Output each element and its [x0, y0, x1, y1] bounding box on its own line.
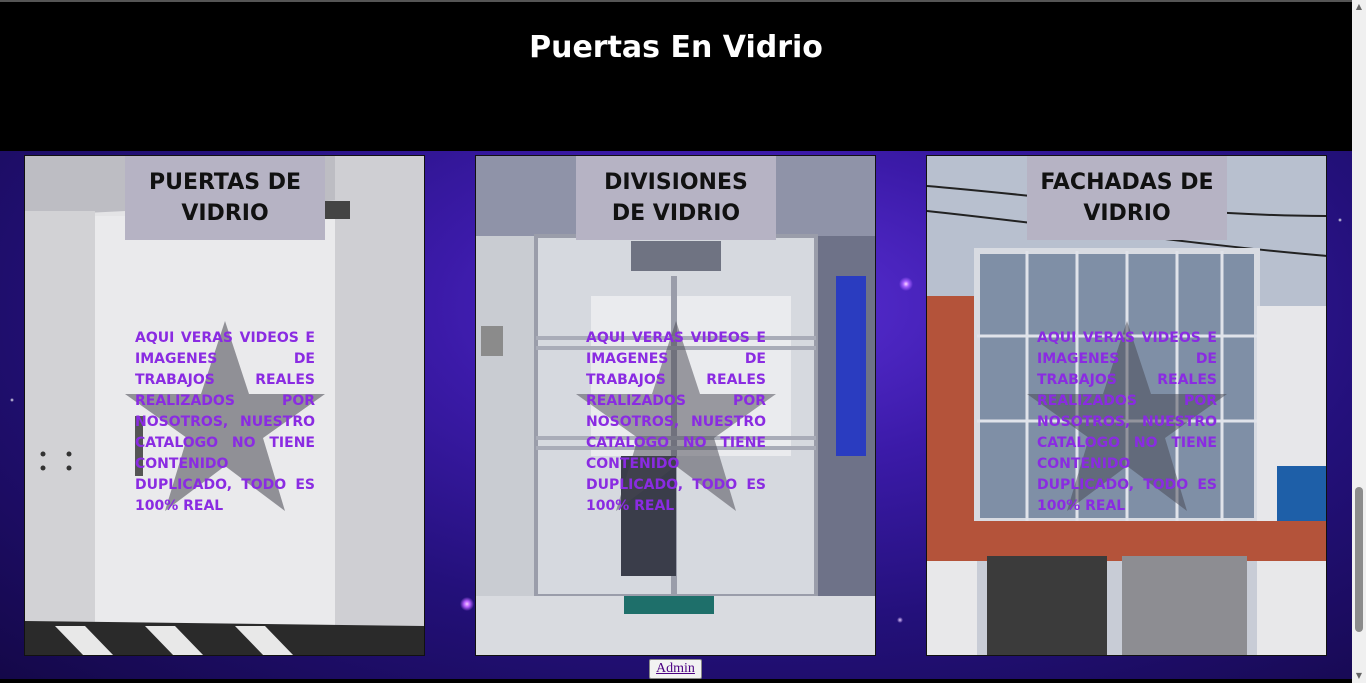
card-heading: DIVISIONES DE VIDRIO — [576, 156, 776, 240]
scroll-up-arrow-icon[interactable]: ▲ — [1352, 0, 1366, 14]
bottom-strip — [0, 679, 1352, 683]
card-description: AQUI VERAS VIDEOS E IMAGENES DE TRABAJOS… — [135, 330, 315, 514]
card-divisiones[interactable]: DIVISIONES DE VIDRIO AQUI VERAS VIDEOS E… — [475, 155, 876, 656]
card-puertas[interactable]: PUERTAS DE VIDRIO AQUI VERAS VIDEOS E IM… — [24, 155, 425, 656]
card-heading: PUERTAS DE VIDRIO — [125, 156, 325, 240]
card-fachadas[interactable]: FACHADAS DE VIDRIO AQUI VERAS VIDEOS E I… — [926, 155, 1327, 656]
page-title: Puertas En Vidrio — [529, 30, 823, 65]
scroll-down-arrow-icon[interactable]: ▼ — [1352, 669, 1366, 683]
header-bar: Puertas En Vidrio — [0, 0, 1366, 151]
card-description: AQUI VERAS VIDEOS E IMAGENES DE TRABAJOS… — [1037, 330, 1217, 514]
admin-link[interactable]: Admin — [649, 659, 702, 679]
card-description: AQUI VERAS VIDEOS E IMAGENES DE TRABAJOS… — [586, 330, 766, 514]
card-heading: FACHADAS DE VIDRIO — [1027, 156, 1227, 240]
scroll-thumb[interactable] — [1355, 487, 1363, 632]
page-scrollbar[interactable]: ▲ ▼ — [1352, 0, 1366, 683]
